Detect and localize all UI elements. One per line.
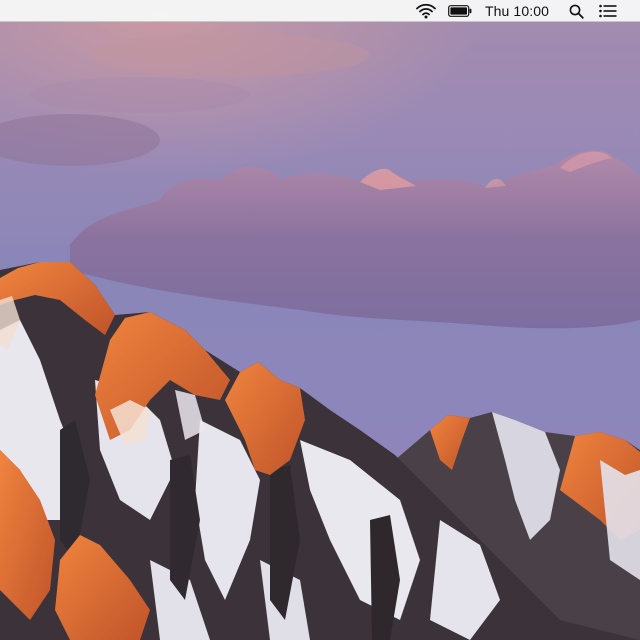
desktop[interactable]: Thu 10:00 <box>0 0 640 640</box>
menu-bar-clock[interactable]: Thu 10:00 <box>478 0 556 22</box>
battery-icon[interactable] <box>446 0 474 22</box>
notification-center-icon[interactable] <box>594 0 622 22</box>
spotlight-search-icon[interactable] <box>564 0 588 22</box>
menu-bar: Thu 10:00 <box>0 0 640 22</box>
desktop-wallpaper <box>0 0 640 640</box>
wifi-icon[interactable] <box>412 0 440 22</box>
